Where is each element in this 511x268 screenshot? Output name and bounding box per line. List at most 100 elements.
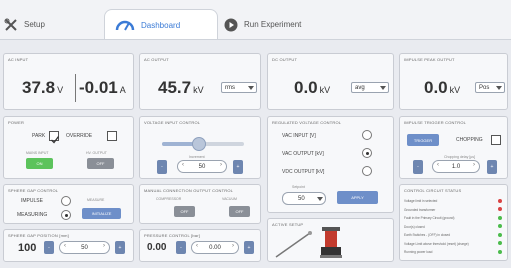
- pressure-value: 0.00: [147, 242, 167, 253]
- ac-output-unit: kV: [193, 85, 204, 95]
- power-panel: POWER PARK OVERRIDE MAINS INPUT ON HV. O…: [3, 116, 134, 179]
- active-setup-panel: ACTIVE SETUP: [267, 218, 394, 262]
- dc-output-title: DC OUTPUT: [272, 57, 298, 62]
- status-row-label: Fault in the Primary Circuit (ground): [404, 216, 455, 220]
- play-icon: [224, 18, 238, 32]
- tab-setup[interactable]: Setup: [4, 9, 45, 40]
- ac-input-current-value: -0.01: [79, 78, 118, 97]
- measuring-mode-label: MEASURING: [17, 212, 48, 218]
- chevron-left-icon: ‹: [437, 162, 439, 168]
- dc-output-mode-value: avg: [355, 84, 365, 91]
- pressure-control-title: PRESSURE CONTROL [bar]: [144, 233, 201, 238]
- gap-step-spinner[interactable]: ‹ 50 ›: [59, 241, 110, 254]
- tab-run-experiment[interactable]: Run Experiment: [224, 9, 301, 40]
- pressure-increment-button[interactable]: +: [244, 241, 254, 254]
- chevron-left-icon: ‹: [196, 243, 198, 249]
- delay-decrement-button[interactable]: -: [413, 160, 423, 174]
- regulated-voltage-title: REGULATED VOLTAGE CONTROL: [272, 120, 342, 125]
- ac-output-value: 45.7: [158, 78, 192, 97]
- option-vac-output-radio[interactable]: [362, 148, 372, 158]
- status-row-label: Earth Switches - (OFF) in closed: [404, 233, 451, 237]
- ac-input-panel: AC INPUT 37.8 V -0.01 A: [3, 53, 134, 110]
- impulse-trigger-panel: IMPULSE TRIGGER CONTROL TRIGGER CHOPPING…: [399, 116, 508, 179]
- ac-output-mode-select[interactable]: rms: [221, 82, 257, 93]
- status-led-indicator: [498, 215, 502, 220]
- hv-transformer-icon: [320, 227, 342, 258]
- tab-dashboard[interactable]: Dashboard: [104, 9, 218, 40]
- divider: [75, 74, 76, 102]
- status-led-indicator: [498, 249, 502, 254]
- park-label: PARK: [32, 133, 46, 139]
- delay-increment-button[interactable]: +: [487, 160, 497, 174]
- chopping-delay-value: 1.0: [451, 163, 461, 170]
- voltage-increment-spinner[interactable]: ‹ 50 ›: [177, 160, 227, 173]
- option-vac-input-radio[interactable]: [362, 130, 372, 140]
- voltage-increment-button[interactable]: +: [233, 160, 243, 174]
- status-row-label: Grounded transformer: [404, 207, 436, 212]
- mains-input-toggle[interactable]: ON: [26, 158, 53, 169]
- dc-output-mode-select[interactable]: avg: [351, 82, 389, 93]
- ac-input-voltage-value: 37.8: [22, 78, 56, 97]
- ac-output-panel: AC OUTPUT 45.7 kV rms: [139, 53, 261, 110]
- sphere-gap-control-title: SPHERE GAP CONTROL: [8, 188, 59, 193]
- pressure-step-spinner[interactable]: ‹ 0.00 ›: [191, 241, 239, 254]
- impulse-mode-radio[interactable]: [61, 196, 71, 206]
- test-object-icon: [275, 231, 312, 258]
- measuring-mode-radio[interactable]: [61, 210, 71, 220]
- gap-step-value: 50: [81, 244, 88, 251]
- ac-input-current-unit: A: [119, 85, 126, 95]
- status-row-label: Voltage Limit above threshold (reset) (c…: [404, 241, 469, 246]
- setpoint-select[interactable]: 50: [282, 192, 326, 205]
- override-checkbox[interactable]: [107, 131, 117, 141]
- chevron-left-icon: ‹: [64, 243, 66, 249]
- status-row-label: Door(s) closed: [404, 224, 425, 229]
- gap-decrement-button[interactable]: -: [44, 241, 54, 254]
- dc-output-reading: 0.0 kV: [294, 78, 330, 98]
- checkmark-icon: [51, 136, 60, 144]
- impulse-peak-panel: IMPULSE PEAK OUTPUT 0.0 kV Pos: [399, 53, 508, 110]
- control-status-panel: CONTROL CIRCUIT STATUS Voltage limit in …: [399, 184, 508, 261]
- ac-output-mode-value: rms: [225, 84, 235, 91]
- chopping-checkbox[interactable]: [491, 135, 501, 145]
- compressor-label: COMPRESSOR: [156, 197, 182, 201]
- pressure-step-value: 0.00: [209, 244, 221, 251]
- control-status-title: CONTROL CIRCUIT STATUS: [404, 188, 462, 193]
- increment-label: Increment: [189, 155, 205, 159]
- hv-output-label: HV. OUTPUT: [86, 151, 107, 155]
- impulse-mode-label: IMPULSE: [21, 198, 43, 204]
- chopping-delay-spinner[interactable]: ‹ 1.0 ›: [432, 160, 480, 173]
- manual-connection-panel: MANUAL CONNECTION OUTPUT CONTROL COMPRES…: [139, 184, 261, 224]
- tab-divider: [0, 39, 511, 40]
- status-row-label: Running power load: [404, 250, 433, 254]
- voltage-input-title: VOLTAGE INPUT CONTROL: [144, 120, 201, 125]
- chopping-label: CHOPPING: [456, 137, 483, 143]
- park-checkbox[interactable]: [49, 131, 60, 144]
- manual-connection-title: MANUAL CONNECTION OUTPUT CONTROL: [144, 188, 234, 193]
- impulse-peak-title: IMPULSE PEAK OUTPUT: [404, 57, 455, 62]
- vacuum-label: VACUUM: [222, 197, 237, 201]
- voltage-slider-handle[interactable]: [192, 137, 206, 151]
- impulse-peak-unit: kV: [449, 85, 461, 95]
- chevron-right-icon: ›: [103, 243, 105, 249]
- measure-label: MEASURE: [87, 198, 105, 202]
- impulse-peak-mode-select[interactable]: Pos: [475, 82, 505, 93]
- pressure-decrement-button[interactable]: -: [176, 241, 186, 254]
- setpoint-value: 50: [298, 195, 305, 202]
- status-led-indicator: [498, 224, 502, 228]
- speedometer-icon: [115, 18, 135, 32]
- ac-output-title: AC OUTPUT: [144, 57, 169, 62]
- voltage-decrement-button[interactable]: -: [157, 160, 167, 174]
- initialize-button[interactable]: INITIALIZE: [82, 208, 121, 219]
- gap-increment-button[interactable]: +: [115, 241, 125, 254]
- hv-output-toggle[interactable]: OFF: [87, 158, 114, 169]
- chevron-down-icon: [496, 86, 502, 90]
- vacuum-toggle[interactable]: OFF: [229, 206, 250, 217]
- option-vdc-output-radio[interactable]: [362, 166, 372, 176]
- compressor-toggle[interactable]: OFF: [174, 206, 195, 217]
- regulated-voltage-panel: REGULATED VOLTAGE CONTROL VAC INPUT [V] …: [267, 116, 394, 213]
- trigger-button[interactable]: TRIGGER: [407, 134, 439, 146]
- sphere-gap-position-value: 100: [18, 242, 37, 254]
- apply-button[interactable]: APPLY: [337, 191, 378, 204]
- pressure-control-panel: PRESSURE CONTROL [bar] 0.00 - ‹ 0.00 › +: [139, 229, 261, 262]
- chevron-down-icon: [380, 86, 386, 90]
